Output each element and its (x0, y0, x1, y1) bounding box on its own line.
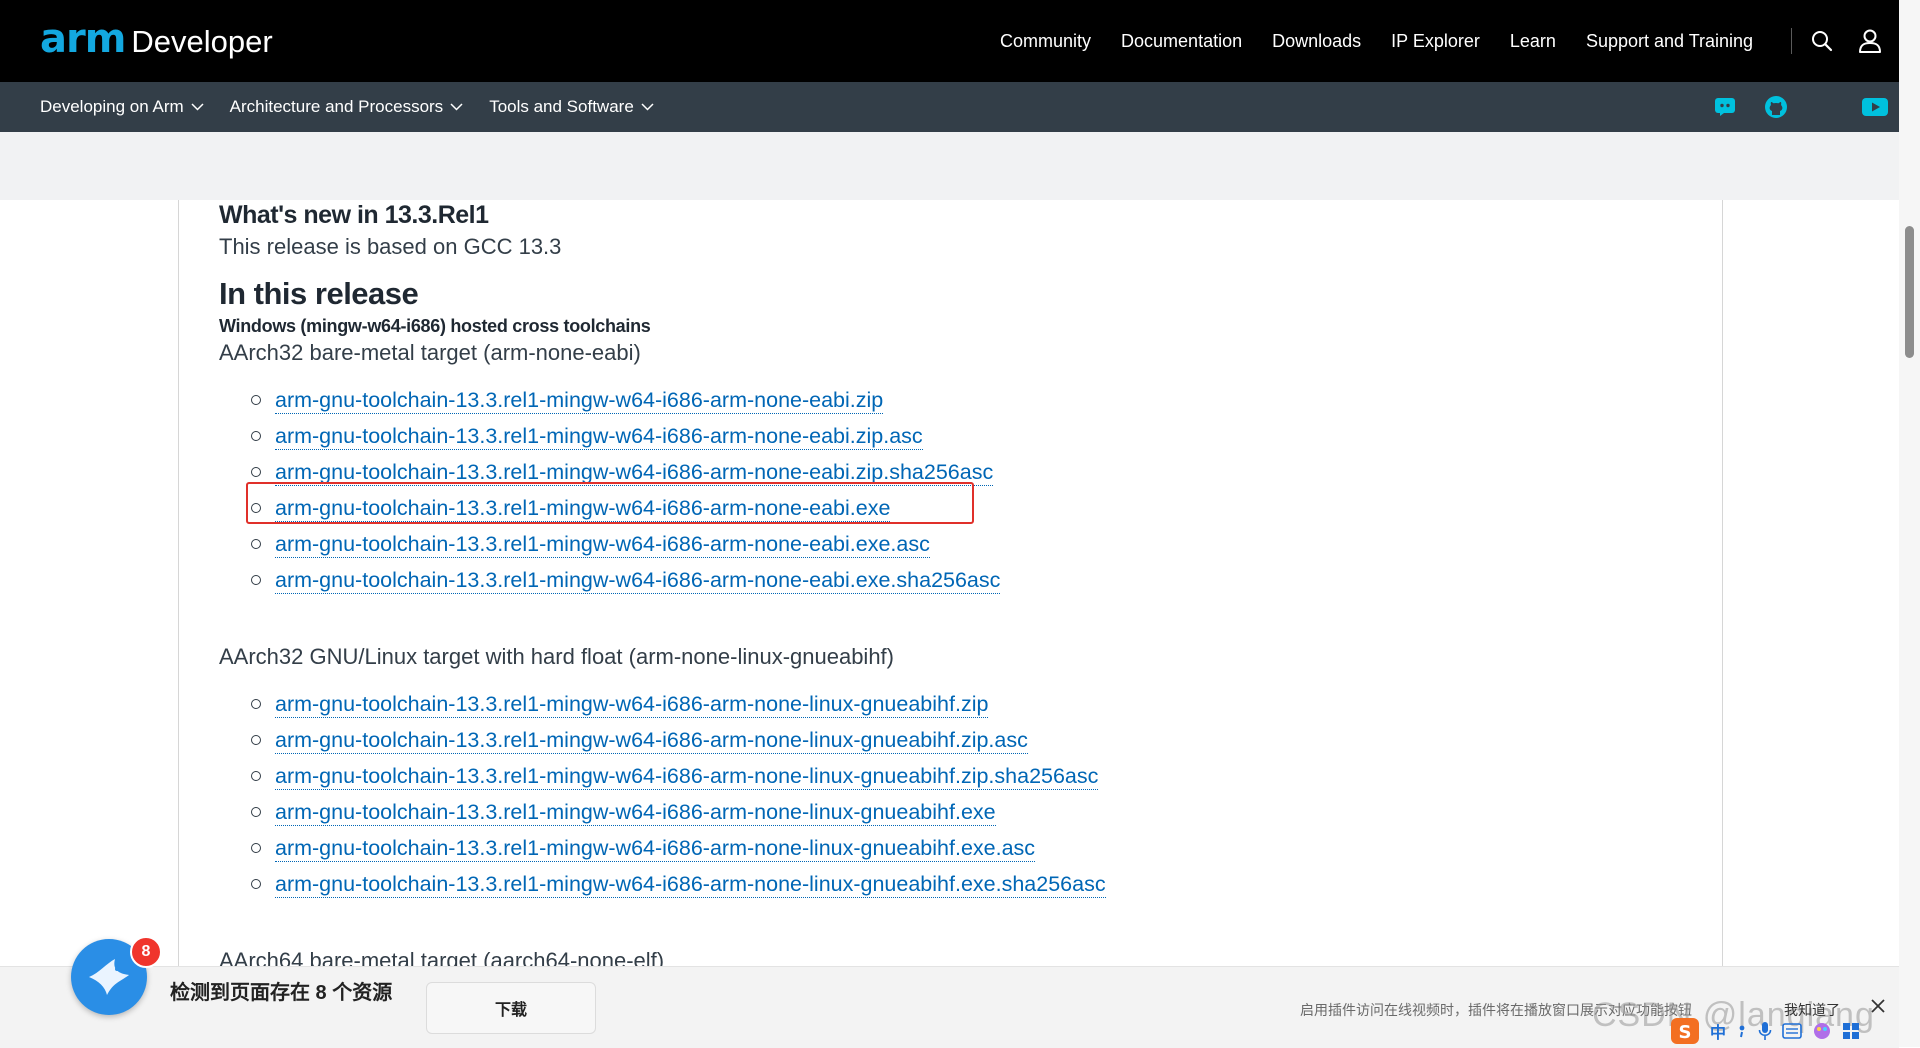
list-item: arm-gnu-toolchain-13.3.rel1-mingw-w64-i6… (251, 526, 1699, 562)
download-link[interactable]: arm-gnu-toolchain-13.3.rel1-mingw-w64-i6… (275, 691, 989, 718)
microphone-icon[interactable] (1758, 1021, 1772, 1041)
top-nav: Community Documentation Downloads IP Exp… (1000, 0, 1882, 82)
download-link[interactable]: arm-gnu-toolchain-13.3.rel1-mingw-w64-i6… (275, 799, 996, 826)
close-icon[interactable] (1868, 996, 1888, 1016)
download-link[interactable]: arm-gnu-toolchain-13.3.rel1-mingw-w64-i6… (275, 387, 884, 414)
download-link[interactable]: arm-gnu-toolchain-13.3.rel1-mingw-w64-i6… (275, 835, 1036, 862)
download-link[interactable]: arm-gnu-toolchain-13.3.rel1-mingw-w64-i6… (275, 531, 930, 558)
download-link[interactable]: arm-gnu-toolchain-13.3.rel1-mingw-w64-i6… (275, 763, 1099, 790)
list-item: arm-gnu-toolchain-13.3.rel1-mingw-w64-i6… (251, 722, 1699, 758)
list-item: arm-gnu-toolchain-13.3.rel1-mingw-w64-i6… (251, 830, 1699, 866)
skin-icon[interactable] (1812, 1021, 1832, 1041)
nav-learn[interactable]: Learn (1510, 31, 1556, 52)
chevron-down-icon (450, 103, 463, 111)
logo-developer-text: Developer (131, 24, 273, 59)
list-item: arm-gnu-toolchain-13.3.rel1-mingw-w64-i6… (251, 686, 1699, 722)
svg-text:S: S (1679, 1022, 1692, 1043)
bullet (251, 395, 261, 405)
nav-community[interactable]: Community (1000, 31, 1091, 52)
content-border-right (1722, 200, 1723, 970)
search-icon[interactable] (1810, 29, 1834, 53)
file-list: arm-gnu-toolchain-13.3.rel1-mingw-w64-i6… (219, 686, 1699, 902)
subnav-label: Architecture and Processors (229, 97, 444, 116)
subnav-label: Tools and Software (489, 97, 634, 116)
bullet (251, 699, 261, 709)
subnav-developing-on-arm[interactable]: Developing on Arm (40, 97, 204, 117)
scrollbar-thumb[interactable] (1905, 226, 1914, 358)
sub-nav: Developing on Arm Architecture and Proce… (40, 82, 680, 132)
github-icon[interactable] (1764, 95, 1788, 119)
list-item: arm-gnu-toolchain-13.3.rel1-mingw-w64-i6… (251, 866, 1699, 902)
release-notes: What's new in 13.3.Rel1 This release is … (219, 198, 1699, 976)
list-item: arm-gnu-toolchain-13.3.rel1-mingw-w64-i6… (251, 418, 1699, 454)
chevron-down-icon (641, 103, 654, 111)
bullet (251, 575, 261, 585)
section-title: AArch32 bare-metal target (arm-none-eabi… (219, 340, 641, 365)
ime-toolbar: S 中 (1670, 1016, 1860, 1046)
bullet (251, 467, 261, 477)
ime-lang-toggle[interactable]: 中 (1710, 1019, 1726, 1043)
list-item: arm-gnu-toolchain-13.3.rel1-mingw-w64-i6… (251, 562, 1699, 598)
sogou-ime-icon[interactable]: S (1670, 1017, 1700, 1045)
download-message: 检测到页面存在 8 个资源 (170, 982, 393, 1004)
nav-divider (1791, 28, 1793, 54)
nav-downloads[interactable]: Downloads (1272, 31, 1361, 52)
discord-icon[interactable] (1714, 97, 1736, 117)
section-title: AArch32 GNU/Linux target with hard float… (219, 644, 894, 669)
keyboard-icon[interactable] (1782, 1022, 1802, 1040)
scrollbar-track[interactable] (1899, 0, 1920, 1047)
toolbox-grid-icon[interactable] (1842, 1022, 1860, 1040)
download-link[interactable]: arm-gnu-toolchain-13.3.rel1-mingw-w64-i6… (275, 871, 1106, 898)
download-link[interactable]: arm-gnu-toolchain-13.3.rel1-mingw-w64-i6… (275, 727, 1028, 754)
download-button[interactable]: 下载 (426, 982, 596, 1034)
logo-arm-text: arm (40, 16, 126, 62)
nav-documentation[interactable]: Documentation (1121, 31, 1242, 52)
whats-new-heading: What's new in 13.3.Rel1 (219, 201, 489, 229)
bullet (251, 735, 261, 745)
bullet (251, 771, 261, 781)
in-this-release-heading: In this release (219, 276, 419, 311)
content-border-left (178, 200, 179, 970)
hero-band (0, 132, 1899, 200)
chevron-down-icon (191, 103, 204, 111)
user-icon[interactable] (1858, 28, 1882, 54)
list-item: arm-gnu-toolchain-13.3.rel1-mingw-w64-i6… (251, 758, 1699, 794)
nav-support-and-training[interactable]: Support and Training (1586, 31, 1753, 52)
host-heading: Windows (mingw-w64-i686) hosted cross to… (219, 316, 651, 336)
subnav-tools-and-software[interactable]: Tools and Software (489, 97, 654, 117)
subnav-label: Developing on Arm (40, 97, 184, 116)
list-item: arm-gnu-toolchain-13.3.rel1-mingw-w64-i6… (251, 794, 1699, 830)
download-link[interactable]: arm-gnu-toolchain-13.3.rel1-mingw-w64-i6… (275, 423, 923, 450)
bullet (251, 539, 261, 549)
social-links (1692, 82, 1888, 132)
highlight-box (246, 482, 974, 524)
list-item: arm-gnu-toolchain-13.3.rel1-mingw-w64-i6… (251, 382, 1699, 418)
subnav-architecture-and-processors[interactable]: Architecture and Processors (230, 97, 464, 117)
nav-ip-explorer[interactable]: IP Explorer (1391, 31, 1480, 52)
download-link[interactable]: arm-gnu-toolchain-13.3.rel1-mingw-w64-i6… (275, 567, 1001, 594)
bullet (251, 843, 261, 853)
punctuation-icon[interactable] (1736, 1023, 1748, 1039)
based-on-text: This release is based on GCC 13.3 (219, 234, 562, 259)
youtube-icon[interactable] (1862, 98, 1888, 116)
bullet (251, 879, 261, 889)
bullet (251, 431, 261, 441)
notification-badge: 8 (130, 936, 162, 968)
arm-developer-logo[interactable]: arm Developer (40, 16, 273, 64)
bullet (251, 807, 261, 817)
